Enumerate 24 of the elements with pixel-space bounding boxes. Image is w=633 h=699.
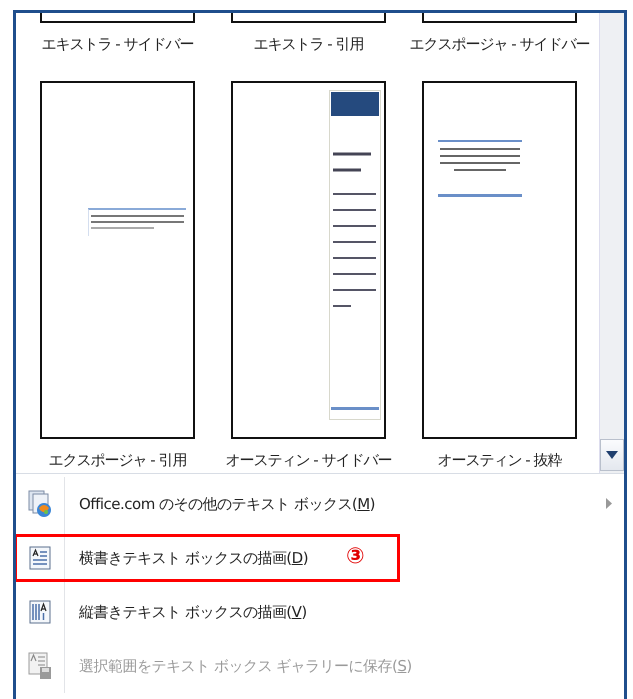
globe-document-icon — [28, 490, 52, 518]
menu-item[interactable]: 横書きテキスト ボックスの描画(D) — [79, 548, 308, 568]
text-box-thumbnail[interactable] — [422, 13, 577, 23]
text-box-save-icon — [28, 652, 52, 680]
text-box-icon — [29, 546, 51, 570]
menu-item[interactable]: Office.com のその他のテキスト ボックス(M) — [79, 494, 376, 514]
text-box-thumbnail[interactable] — [231, 13, 386, 23]
text-box-thumbnail[interactable] — [231, 81, 386, 439]
thumbnail-label: オースティン - サイドバー — [226, 450, 392, 471]
scroll-down-button[interactable] — [600, 439, 624, 471]
scroll-bar[interactable] — [599, 13, 624, 473]
thumbnail-label: エクスポージャ - 引用 — [48, 450, 186, 471]
thumbnail-label: エキストラ - 引用 — [254, 34, 364, 55]
vertical-text-box-icon — [29, 600, 51, 624]
step-number: ③ — [346, 544, 365, 569]
text-box-thumbnail[interactable] — [422, 81, 577, 439]
menu-item[interactable]: 縦書きテキスト ボックスの描画(V) — [79, 602, 307, 622]
text-box-thumbnail[interactable] — [40, 81, 195, 439]
text-box-thumbnail[interactable] — [40, 13, 195, 23]
thumbnail-label: エキストラ - サイドバー — [42, 34, 194, 55]
submenu-arrow-icon — [606, 498, 612, 509]
down-arrow-icon — [606, 451, 618, 459]
thumbnail-label: オースティン - 抜粋 — [438, 450, 562, 471]
thumbnail-label: エクスポージャ - サイドバー — [410, 34, 590, 55]
